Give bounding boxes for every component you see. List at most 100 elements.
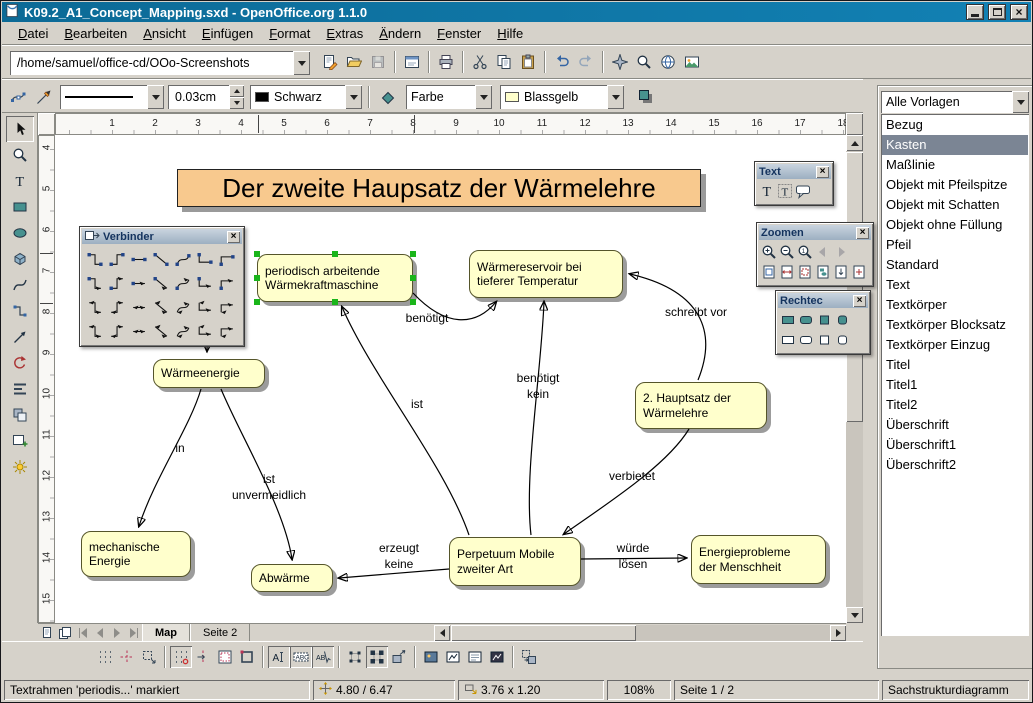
selection-handle[interactable] (410, 251, 416, 257)
first-page-icon[interactable] (74, 624, 91, 641)
style-titel2[interactable]: Titel2 (882, 395, 1028, 415)
edge-ist[interactable] (342, 307, 469, 535)
selection-handle[interactable] (410, 275, 416, 281)
save-icon[interactable] (366, 50, 390, 74)
connector-type-icon[interactable] (215, 295, 237, 319)
horizontal-ruler[interactable]: 123456789101112131415161718 (55, 113, 846, 135)
select-icon[interactable] (6, 116, 34, 142)
selection-handle[interactable] (332, 251, 338, 257)
ruler-corner[interactable] (38, 113, 55, 135)
selection-handle[interactable] (254, 299, 260, 305)
connector-type-icon[interactable] (149, 295, 171, 319)
menu-extras[interactable]: Extras (318, 24, 371, 43)
grid-visible-icon[interactable] (94, 646, 116, 668)
edge-benoetigt-kein[interactable] (529, 302, 544, 535)
snap-lines-icon[interactable] (192, 646, 214, 668)
connector-type-icon[interactable] (171, 319, 193, 343)
arrow-line-icon[interactable] (6, 324, 34, 350)
square-o-icon[interactable] (815, 330, 833, 350)
horizontal-scrollbar[interactable] (434, 625, 846, 641)
edge-label-in[interactable]: in (175, 440, 184, 456)
page-view-icon[interactable] (38, 624, 56, 641)
insert-icon[interactable] (6, 428, 34, 454)
zoom-objects-icon[interactable] (814, 262, 832, 282)
connector-icon[interactable] (6, 298, 34, 324)
close-icon[interactable]: × (816, 166, 829, 178)
vertical-scroll-thumb[interactable] (846, 152, 863, 422)
arrange-icon[interactable] (6, 402, 34, 428)
line-color-value[interactable]: Schwarz (250, 85, 345, 109)
scrollbar-grip[interactable] (846, 113, 863, 135)
style-pfeil[interactable]: Pfeil (882, 235, 1028, 255)
concept-node-w-rmeenergie[interactable]: Wärmeenergie (153, 359, 265, 388)
style-filter-dropdown[interactable] (1012, 91, 1029, 113)
align-icon[interactable] (6, 376, 34, 402)
style-berschrift1[interactable]: Überschrift1 (882, 435, 1028, 455)
edge-label-ist[interactable]: ist unvermeidlich (232, 471, 306, 503)
status-zoom[interactable]: 108% (607, 680, 671, 700)
fill-type-dropdown[interactable] (475, 85, 492, 109)
zoom-shift-icon[interactable] (832, 262, 850, 282)
concept-node-2-hauptsatz-der[interactable]: 2. Hauptsatz der Wärmelehre (635, 382, 767, 429)
next-page-icon[interactable] (108, 624, 125, 641)
line-style-dropdown[interactable] (147, 85, 164, 109)
scroll-right-icon[interactable] (830, 625, 846, 641)
style-berschrift2[interactable]: Überschrift2 (882, 455, 1028, 475)
style-titel1[interactable]: Titel1 (882, 375, 1028, 395)
menu-ansicht[interactable]: Ansicht (135, 24, 194, 43)
zoom-icon[interactable] (6, 142, 34, 168)
quick-edit-icon[interactable]: A (268, 646, 290, 668)
menu-bearbeiten[interactable]: Bearbeiten (56, 24, 135, 43)
concept-node-perpetuum-mobile[interactable]: Perpetuum Mobile zweiter Art (449, 537, 581, 586)
style-text[interactable]: Text (882, 275, 1028, 295)
hyperlink-icon[interactable] (656, 50, 680, 74)
maximize-button[interactable] (988, 4, 1006, 20)
connector-type-icon[interactable] (149, 247, 171, 271)
url-input[interactable] (15, 56, 288, 70)
connector-type-icon[interactable] (171, 271, 193, 295)
connector-type-icon[interactable] (193, 271, 215, 295)
edge-label-ist[interactable]: ist (411, 396, 423, 412)
connector-type-icon[interactable] (171, 295, 193, 319)
object3d-icon[interactable] (6, 246, 34, 272)
connector-type-icon[interactable] (83, 295, 105, 319)
rect-o-icon[interactable] (779, 330, 797, 350)
selection-handle[interactable] (254, 275, 260, 281)
open-icon[interactable] (342, 50, 366, 74)
text-icon[interactable]: T (6, 168, 34, 194)
scroll-up-icon[interactable] (846, 135, 863, 151)
zoom-prev-icon[interactable] (814, 242, 832, 262)
modify-object-icon[interactable] (388, 646, 410, 668)
snap-margins-icon[interactable] (214, 646, 236, 668)
style-standard[interactable]: Standard (882, 255, 1028, 275)
connector-type-icon[interactable] (83, 319, 105, 343)
zoom-icon[interactable] (632, 50, 656, 74)
navigator-icon[interactable] (608, 50, 632, 74)
page-tab-map[interactable]: Map (142, 624, 190, 641)
square-round-f-icon[interactable] (833, 310, 851, 330)
snap-frame-icon[interactable] (236, 646, 258, 668)
line-color-dropdown[interactable] (345, 85, 362, 109)
line-width-input[interactable] (173, 90, 224, 104)
simple-handles-icon[interactable] (344, 646, 366, 668)
style-objekt-mit-schatten[interactable]: Objekt mit Schatten (882, 195, 1028, 215)
text-palette-titlebar[interactable]: Text × (757, 164, 831, 179)
edit-points-icon[interactable] (6, 85, 30, 109)
title-bar[interactable]: K09.2_A1_Concept_Mapping.sxd - OpenOffic… (2, 2, 1031, 22)
rotate-icon[interactable] (6, 350, 34, 376)
status-position[interactable]: 4.80 / 6.47 (313, 680, 455, 700)
connector-type-icon[interactable] (105, 319, 127, 343)
connector-type-icon[interactable] (127, 319, 149, 343)
connector-type-icon[interactable] (193, 295, 215, 319)
edge-label-schreibt-vor[interactable]: schreibt vor (665, 304, 727, 320)
connector-type-icon[interactable] (149, 271, 171, 295)
copy-icon[interactable] (492, 50, 516, 74)
connector-type-icon[interactable] (83, 247, 105, 271)
text-placeholder-icon[interactable] (464, 646, 486, 668)
zoom-all-icon[interactable] (850, 262, 868, 282)
picture-placeholder-icon[interactable] (420, 646, 442, 668)
snap-lines-visible-icon[interactable] (116, 646, 138, 668)
redo-icon[interactable] (574, 50, 598, 74)
text-tool-icon[interactable]: T (758, 181, 776, 201)
edge-label-erzeugt[interactable]: erzeugt keine (379, 540, 419, 572)
